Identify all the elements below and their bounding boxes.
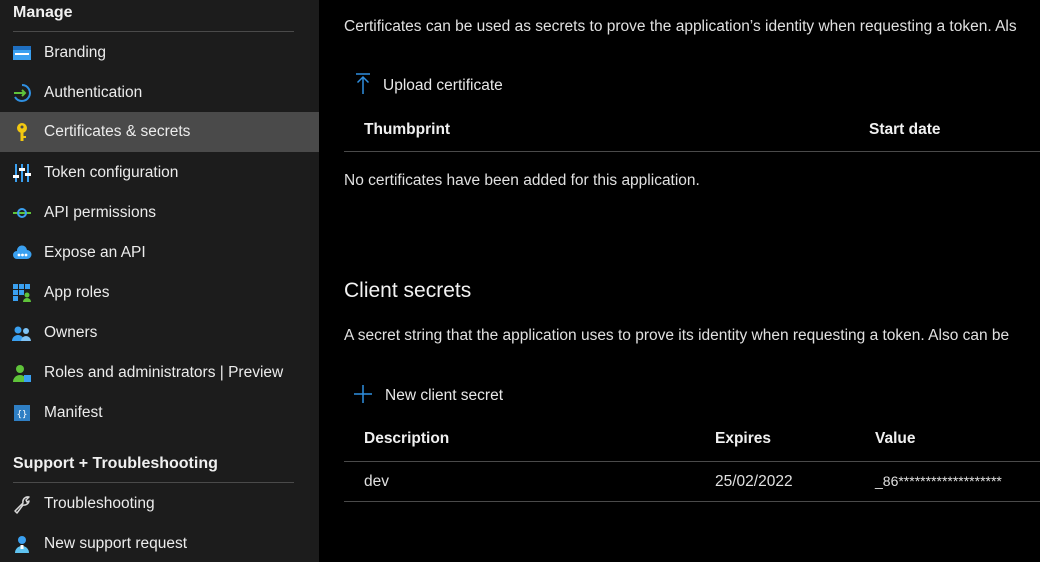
sidebar-item-label: API permissions	[44, 204, 156, 221]
sidebar-item-certificates-secrets[interactable]: Certificates & secrets	[0, 112, 319, 152]
token-configuration-icon	[12, 163, 32, 183]
column-header-thumbprint[interactable]: Thumbprint	[364, 121, 450, 139]
column-header-expires[interactable]: Expires	[715, 430, 771, 448]
sidebar-item-label: Authentication	[44, 84, 143, 101]
secret-value-cell: _86*******************	[875, 473, 1002, 489]
column-header-value[interactable]: Value	[875, 430, 916, 448]
support-section-header: Support + Troubleshooting	[13, 455, 218, 472]
api-permissions-icon	[12, 203, 32, 223]
sidebar-item-token-configuration[interactable]: Token configuration	[0, 153, 319, 193]
manifest-icon: {}	[12, 403, 32, 423]
new-client-secret-label: New client secret	[385, 387, 504, 404]
table-divider	[344, 461, 1040, 462]
certificates-empty-message: No certificates have been added for this…	[344, 172, 700, 189]
key-icon	[12, 122, 32, 142]
sidebar-item-label: Owners	[44, 324, 98, 341]
sidebar-item-label: Troubleshooting	[44, 495, 155, 512]
sidebar-item-app-roles[interactable]: App roles	[0, 273, 319, 313]
main-content: Certificates can be used as secrets to p…	[319, 0, 1040, 562]
secret-description-cell: dev	[364, 473, 389, 490]
sidebar-item-new-support-request[interactable]: New support request	[0, 524, 319, 562]
upload-certificate-button[interactable]: Upload certificate	[355, 73, 503, 99]
owners-icon	[12, 323, 32, 343]
branding-icon	[12, 43, 32, 63]
sidebar-item-owners[interactable]: Owners	[0, 313, 319, 353]
table-divider	[344, 151, 1040, 152]
client-secrets-description: A secret string that the application use…	[344, 327, 1010, 344]
sidebar-item-roles-and-administrators[interactable]: Roles and administrators | Preview	[0, 353, 319, 393]
plus-icon	[354, 385, 372, 407]
support-person-icon	[12, 534, 32, 554]
wrench-icon	[12, 494, 32, 514]
sidebar-item-manifest[interactable]: {} Manifest	[0, 393, 319, 433]
sidebar-item-label: App roles	[44, 284, 110, 301]
sidebar-item-label: Certificates & secrets	[44, 123, 191, 140]
sidebar-item-label: Token configuration	[44, 164, 179, 181]
sidebar-item-authentication[interactable]: Authentication	[0, 73, 319, 113]
upload-certificate-label: Upload certificate	[383, 77, 503, 94]
sidebar-item-expose-an-api[interactable]: Expose an API	[0, 233, 319, 273]
new-client-secret-button[interactable]: New client secret	[354, 384, 503, 408]
column-header-description[interactable]: Description	[364, 430, 449, 448]
certificates-description: Certificates can be used as secrets to p…	[344, 18, 1017, 35]
upload-icon	[355, 73, 371, 99]
column-header-start-date[interactable]: Start date	[869, 121, 941, 139]
section-divider	[13, 482, 294, 483]
authentication-icon	[12, 83, 32, 103]
sidebar-item-label: Manifest	[44, 404, 103, 421]
sidebar-item-troubleshooting[interactable]: Troubleshooting	[0, 484, 319, 524]
sidebar-item-label: Branding	[44, 44, 107, 61]
sidebar-item-branding[interactable]: Branding	[0, 33, 319, 73]
secret-expires-cell: 25/02/2022	[715, 473, 793, 490]
cloud-api-icon	[12, 243, 32, 263]
sidebar-item-label: Roles and administrators | Preview	[44, 364, 284, 381]
sidebar-item-label: New support request	[44, 535, 188, 552]
app-roles-icon	[12, 283, 32, 303]
table-divider	[344, 501, 1040, 502]
svg-text:{}: {}	[17, 410, 28, 420]
section-divider	[13, 31, 294, 32]
manage-section-header: Manage	[13, 4, 73, 21]
sidebar-item-label: Expose an API	[44, 244, 146, 261]
sidebar: Manage Branding Authentication Certifica…	[0, 0, 319, 562]
sidebar-item-api-permissions[interactable]: API permissions	[0, 193, 319, 233]
roles-admin-icon	[12, 363, 32, 383]
client-secrets-title: Client secrets	[344, 279, 472, 302]
